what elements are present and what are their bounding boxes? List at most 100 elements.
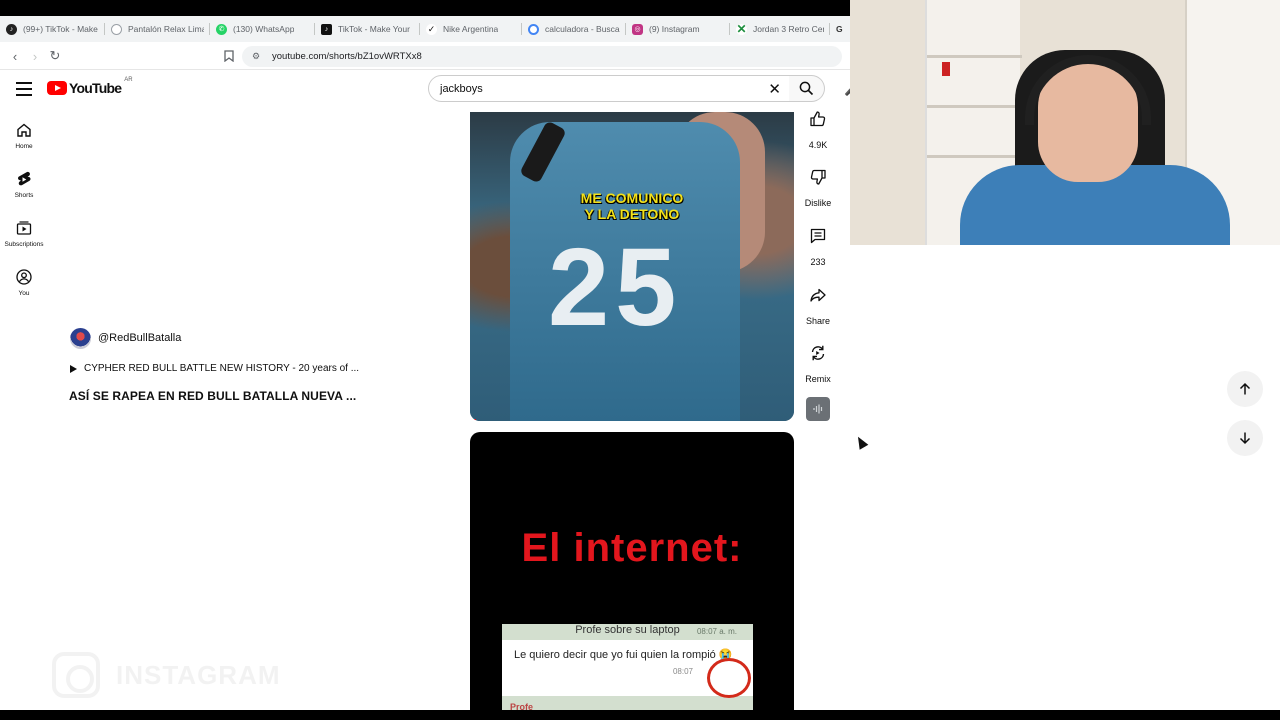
comments-button[interactable]: 233 [800,225,836,267]
forward-icon[interactable]: › [26,47,44,65]
chat-screenshot: Profe sobre su laptop 08:07 a. m. Le qui… [502,624,753,720]
screen: ♪ (99+) TikTok - Make Pantalón Relax Lim… [0,0,1280,720]
audio-wave-icon [813,404,823,414]
share-button[interactable]: Share [800,284,836,326]
subscriptions-icon [15,219,33,237]
rail-item-you[interactable]: You [0,268,48,297]
channel-name[interactable]: @RedBullBatalla [98,332,181,344]
mouse-cursor [853,434,869,450]
dislike-label: Dislike [804,198,832,208]
logo-text: YouTube [69,80,122,96]
site-info-icon[interactable]: ⚙ [252,51,262,62]
tab-label: (130) WhatsApp [233,24,295,34]
next-short-title: El internet: [521,526,743,570]
tiktok-icon: ♪ [321,23,332,35]
tab-label: Pantalón Relax Lima [128,24,204,34]
address-bar: ‹ › ↻ ⚙ youtube.com/shorts/bZ1ovWRTXx8 [0,42,850,70]
whatsapp-icon: ✆ [216,23,227,35]
clear-icon[interactable]: ✕ [768,80,781,98]
tab-label: calculadora - Busca [545,24,620,34]
red-circle-annotation [707,658,751,698]
home-icon [15,121,33,139]
instagram-icon: ◎ [632,23,643,35]
top-bar [0,0,850,16]
rail-label: You [18,290,30,297]
tab-label: G [836,24,843,34]
tab-google[interactable]: G [830,16,850,42]
jersey-number: 25 [548,226,683,349]
comment-icon [807,225,829,247]
tab-calculadora[interactable]: calculadora - Busca [522,16,626,42]
dislike-button[interactable]: Dislike [800,166,836,208]
tab-label: (99+) TikTok - Make [23,24,98,34]
bookmark-icon[interactable] [220,47,238,65]
tab-label: Nike Argentina [443,24,499,34]
like-count: 4.9K [808,140,828,150]
remix-icon [807,342,829,364]
url-text: youtube.com/shorts/bZ1ovWRTXx8 [272,51,422,62]
overlay-line-2: Y LA DETONO [584,206,680,222]
search-icon [799,81,814,96]
url-field[interactable]: ⚙ youtube.com/shorts/bZ1ovWRTXx8 [242,46,842,67]
tab-strip: ♪ (99+) TikTok - Make Pantalón Relax Lim… [0,16,850,42]
video-overlay-text: ME COMUNICO Y LA DETONO [470,190,794,222]
search-value: jackboys [440,82,483,95]
tiktok-icon: ♪ [6,23,17,35]
back-icon[interactable]: ‹ [6,47,24,65]
tab-tiktok-2[interactable]: ♪ TikTok - Make Your [315,16,420,42]
play-icon [70,364,77,373]
channel-avatar[interactable] [70,328,91,349]
overlay-line-1: ME COMUNICO [580,190,684,206]
chat-time: 08:07 a. m. [696,627,737,636]
country-code: AR [124,77,133,83]
webcam-object [942,62,950,76]
sound-title: CYPHER RED BULL BATTLE NEW HISTORY - 20 … [84,363,360,374]
remix-button[interactable]: Remix [800,342,836,384]
webcam-overlay [850,0,1280,245]
next-short-video[interactable]: El internet: Profe sobre su laptop 08:07… [470,432,794,720]
x-icon: ✕ [736,22,747,36]
arrow-down-icon [1239,432,1251,445]
previous-short-button[interactable] [1227,371,1263,407]
share-icon [807,284,829,306]
rail-item-shorts[interactable]: Shorts [0,170,48,199]
bottom-bar [0,710,1280,720]
menu-icon[interactable] [16,82,32,96]
reload-icon[interactable]: ↻ [46,47,64,65]
comments-count: 233 [810,257,826,267]
share-label: Share [805,316,831,326]
tab-label: (9) Instagram [649,24,700,34]
next-short-button[interactable] [1227,420,1263,456]
short-video-player[interactable]: 25 ME COMUNICO Y LA DETONO [470,112,794,421]
youtube-logo[interactable]: YouTube AR [47,77,133,96]
like-button[interactable]: 4.9K [800,108,836,150]
thumbs-down-icon [807,166,829,188]
search-button[interactable] [789,75,825,102]
instagram-icon [52,652,100,698]
video-progress-bar[interactable] [470,419,477,421]
sound-link[interactable]: CYPHER RED BULL BATTLE NEW HISTORY - 20 … [70,363,359,374]
chat-message: Le quiero decir que yo fui quien la romp… [514,649,733,661]
search-input[interactable]: jackboys ✕ [428,75,790,102]
you-icon [15,268,33,286]
tab-nike[interactable]: ✓ Nike Argentina [420,16,522,42]
tab-pantalon[interactable]: Pantalón Relax Lima [105,16,210,42]
remix-label: Remix [805,374,831,384]
tab-label: TikTok - Make Your [338,24,410,34]
instagram-watermark: INSTAGRAM [52,652,281,698]
sound-thumbnail[interactable] [806,397,830,421]
video-title[interactable]: ASÍ SE RAPEA EN RED BULL BATALLA NUEVA .… [69,389,356,403]
rail-label: Home [15,143,33,150]
tab-whatsapp[interactable]: ✆ (130) WhatsApp [210,16,315,42]
nike-icon: ✓ [426,23,437,35]
chat-time-short: 08:07 [672,667,693,676]
rail-item-subscriptions[interactable]: Subscriptions [0,219,48,248]
globe-icon [111,23,122,35]
tab-label: Jordan 3 Retro Cem [753,24,824,34]
arrow-up-icon [1239,382,1251,395]
google-icon [528,23,539,35]
tab-jordan[interactable]: ✕ Jordan 3 Retro Cem [730,16,830,42]
tab-tiktok[interactable]: ♪ (99+) TikTok - Make [0,16,105,42]
tab-instagram[interactable]: ◎ (9) Instagram [626,16,730,42]
rail-item-home[interactable]: Home [0,121,48,150]
